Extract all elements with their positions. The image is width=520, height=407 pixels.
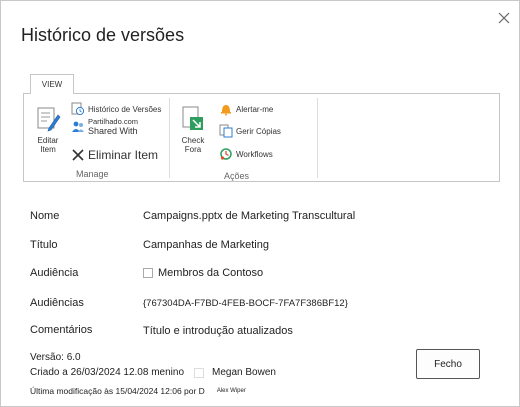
workflows-label: Workflows [236, 149, 273, 159]
version-history-dialog: Histórico de versões VIEW Editar Item Hi… [0, 0, 520, 407]
ribbon: Editar Item Histórico de Versões Partilh… [23, 93, 500, 182]
alert-me-button[interactable]: Alertar-me [219, 102, 273, 116]
edit-item-label-2: Item [40, 145, 56, 154]
version-history-button[interactable]: Histórico de Versões [71, 102, 161, 116]
property-value-name: Campaigns.pptx de Marketing Transcultura… [143, 210, 356, 222]
delete-item-label: Eliminar Item [88, 148, 159, 162]
version-number: Versão: 6.0 [30, 352, 81, 363]
property-label-audience: Audiência [30, 267, 79, 279]
audience-group-icon [143, 268, 153, 278]
property-value-title: Campanhas de Marketing [143, 239, 269, 251]
modified-date: Última modificação às 15/04/2024 12:06 p… [30, 386, 205, 396]
workflows-icon [220, 148, 232, 160]
audience-value-text: Membros da Contoso [158, 267, 264, 279]
ribbon-separator-1 [169, 98, 170, 178]
created-date: Criado a 26/03/2024 12.08 menino [30, 367, 185, 378]
created-info: Criado a 26/03/2024 12.08 menino Megan B… [30, 367, 276, 378]
manage-copies-label: Gerir Cópias [236, 126, 281, 136]
property-label-name: Nome [30, 210, 60, 222]
property-label-title: Título [30, 239, 58, 251]
manage-copies-button[interactable]: Gerir Cópias [219, 124, 281, 138]
property-value-comments: Título e introdução atualizados [143, 325, 293, 337]
version-history-icon [71, 102, 85, 116]
version-history-label: Histórico de Versões [88, 104, 162, 114]
workflows-button[interactable]: Workflows [219, 147, 273, 161]
edit-item-button[interactable]: Editar Item [28, 104, 68, 154]
dialog-title: Histórico de versões [21, 25, 185, 45]
close-icon[interactable] [495, 9, 513, 27]
modified-info: Última modificação às 15/04/2024 12:06 p… [30, 386, 246, 396]
modified-by-link[interactable]: Alex Wiper [217, 388, 246, 394]
check-out-label-2: Fora [184, 145, 202, 154]
alert-bell-icon [221, 105, 231, 116]
user-presence-icon [194, 367, 205, 378]
created-by-link[interactable]: Megan Bowen [212, 367, 276, 378]
manage-group-label: Manage [76, 169, 109, 179]
property-label-comments: Comentários [30, 324, 93, 336]
ribbon-separator-2 [317, 98, 318, 178]
check-out-icon [182, 106, 203, 130]
property-value-audiences: {767304DA-F7BD-4FEB-BOCF-7FA7F386BF12} [143, 298, 348, 309]
manage-copies-icon [219, 124, 233, 138]
shared-with-button[interactable]: Partilhado.com Shared With [71, 117, 139, 136]
check-out-button[interactable]: Check Fora [176, 104, 210, 154]
delete-icon [72, 149, 84, 161]
shared-with-top-label: Partilhado.com [88, 117, 139, 126]
edit-item-label-1: Editar [37, 136, 59, 145]
actions-group-label: Ações [224, 171, 250, 181]
check-out-label-1: Check [181, 136, 205, 145]
edit-item-icon [37, 107, 61, 132]
shared-with-label: Shared With [88, 126, 138, 136]
shared-with-icon [72, 121, 84, 132]
property-label-audiences: Audiências [30, 297, 84, 309]
delete-item-button[interactable]: Eliminar Item [71, 148, 158, 162]
close-button[interactable]: Fecho [416, 349, 480, 379]
tab-view[interactable]: VIEW [30, 74, 74, 94]
alert-me-label: Alertar-me [236, 104, 274, 114]
property-value-audience: Membros da Contoso [143, 267, 263, 279]
